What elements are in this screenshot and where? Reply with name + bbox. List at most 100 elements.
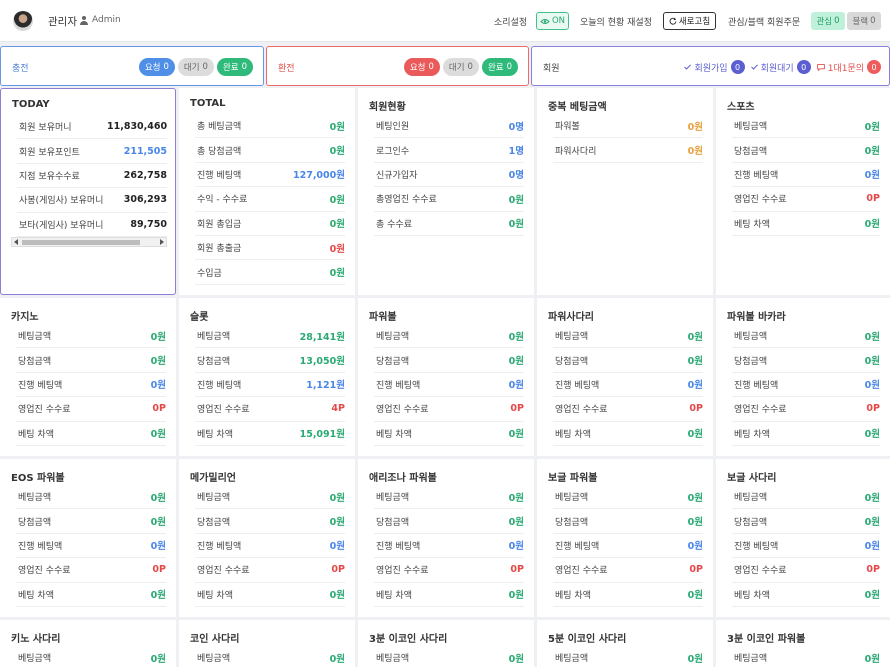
stat-value: 0원 [329,517,345,529]
horizontal-scrollbar[interactable] [11,237,167,247]
scroll-thumb[interactable] [22,240,140,245]
stat-value: 0원 [864,517,880,529]
stat-row: 베팅 차액 0원 [553,583,703,607]
stat-row: 베팅금액 0원 [732,114,880,139]
avatar[interactable] [13,11,33,31]
deposit-done-pill[interactable]: 완료 0 [216,58,253,76]
stat-row: 파워사다리 0원 [553,138,703,163]
stat-value: 0원 [864,429,880,441]
stat-row: 로그인수 1명 [374,138,524,163]
eye-icon [540,18,550,24]
stat-value: 0원 [864,331,880,343]
stat-value: 0원 [687,121,703,133]
stat-label: 당첨금액 [18,356,52,367]
sound-toggle-button[interactable]: ON [536,12,569,30]
pill-count: 0 [428,62,434,72]
stat-row: 영업진 수수료 0P [374,397,524,422]
stat-value: 0P [689,403,703,415]
stat-row: 영업진 수수료 0P [16,558,166,583]
stat-value: 0원 [150,653,166,665]
stat-value: 0원 [329,121,345,133]
stat-value: 0원 [329,194,345,206]
stat-label: 진행 베팅액 [376,380,421,391]
stat-row: 당첨금액 0원 [195,509,345,534]
scroll-left-icon[interactable] [14,239,18,245]
stat-value: 0원 [508,331,524,343]
stat-row: 베팅 차액 0원 [732,583,880,607]
stat-rows: 베팅금액 0원 당첨금액 0원 진행 베팅액 0원 영업진 수수료 0P 베팅 차액 0원 [732,114,880,236]
pill-label: 완료 [222,63,239,73]
stat-row: 베팅 차액 0원 [16,583,166,607]
stat-row: 당첨금액 0원 [16,509,166,534]
inquiry-link[interactable]: 1대1문의 0 [816,60,881,74]
stat-row: 파워볼 0원 [553,114,703,139]
stat-row: 영업진 수수료 0P [195,558,345,583]
stat-row: 베팅 차액 15,091원 [195,422,345,446]
pill-count: 0 [467,62,473,72]
member-wait-link[interactable]: 회원대기 0 [750,60,811,74]
stat-row: 베팅금액 0원 [374,646,524,667]
stat-value: 0원 [687,590,703,602]
stat-value: 0원 [687,146,703,158]
check-icon [684,64,692,70]
stat-label: 베팅 차액 [197,429,233,440]
stat-row: 영업진 수수료 0P [732,397,880,422]
card-total: TOTAL 총 베팅금액 0원 총 당첨금액 0원 진행 베팅액 127,000원 수익 - … [179,88,355,295]
stat-label: 회원 보유포인트 [19,147,80,158]
pill-count: 0 [241,62,247,72]
stat-value: 211,505 [123,145,167,157]
stat-row: 베팅금액 0원 [553,324,703,349]
stat-label: 회원 보유머니 [19,123,72,134]
card-title: TOTAL [190,98,226,109]
scroll-right-icon[interactable] [160,239,164,245]
stat-label: 진행 베팅액 [734,170,779,181]
deposit-request-pill[interactable]: 요청 0 [138,58,175,76]
stat-label: 수입금 [197,268,222,279]
stat-label: 진행 베팅액 [197,541,242,552]
stat-label: 진행 베팅액 [197,170,242,181]
sound-setting-label: 소리설정 [494,18,528,28]
stat-label: 회원 총출금 [197,244,242,255]
refresh-icon [669,17,677,25]
stat-value: 0원 [687,653,703,665]
person-icon [80,15,88,25]
stat-value: 0원 [864,380,880,392]
stat-row: 영업진 수수료 0P [553,558,703,583]
stat-value: 0P [510,564,524,576]
pill-count: 0 [506,62,512,72]
stat-row: 당첨금액 0원 [732,138,880,163]
top-header: 관리자 Admin 소리설정 ON 오늘의 현황 재설정 새로고침 관심/블랙 … [0,0,890,42]
interest-button[interactable]: 관심 0 [811,12,845,30]
stat-rows: 베팅금액 28,141원 당첨금액 13,050원 진행 베팅액 1,121원 영업진 수수… [195,324,345,446]
card-eos-powerball: EOS 파워볼 베팅금액 0원 당첨금액 0원 진행 베팅액 0원 영업진 수수료 0P 베팅 차… [0,459,176,617]
withdraw-request-pill[interactable]: 요청 0 [403,58,440,76]
stat-value: 0원 [329,653,345,665]
deposit-wait-pill[interactable]: 대기 0 [177,58,214,76]
inquiry-count: 0 [867,60,881,74]
stat-value: 0원 [329,541,345,553]
stat-label: 영업진 수수료 [734,195,787,206]
stat-label: 베팅 차액 [734,429,770,440]
stat-row: 총 당첨금액 0원 [195,138,345,163]
card-bogle-ladder: 보글 사다리 베팅금액 0원 당첨금액 0원 진행 베팅액 0원 영업진 수수료 0P 베팅 차액… [716,459,890,617]
stat-row: 베팅 차액 0원 [195,583,345,607]
stat-value: 0P [866,564,880,576]
stat-label: 당첨금액 [734,146,768,157]
withdraw-done-pill[interactable]: 완료 0 [481,58,518,76]
stat-row: 베팅금액 28,141원 [195,324,345,349]
stat-row: 회원 보유포인트 211,505 [17,139,167,164]
member-join-link[interactable]: 회원가입 0 [684,60,745,74]
block-button[interactable]: 블랙 0 [847,12,881,30]
stat-label: 베팅금액 [734,122,768,133]
stat-value: 0원 [150,541,166,553]
stat-row: 진행 베팅액 0원 [732,534,880,559]
stat-value: 0P [866,403,880,415]
refresh-button[interactable]: 새로고침 [663,12,716,30]
withdraw-wait-pill[interactable]: 대기 0 [442,58,479,76]
stat-value: 0원 [687,331,703,343]
stat-value: 0원 [864,121,880,133]
stat-label: 사봉(게임사) 보유머니 [19,196,104,207]
stat-label: 베팅금액 [376,654,410,665]
stat-label: 당첨금액 [376,517,410,528]
card-coin3-powerball: 3분 이코인 파워볼 베팅금액 0원 [716,620,890,667]
